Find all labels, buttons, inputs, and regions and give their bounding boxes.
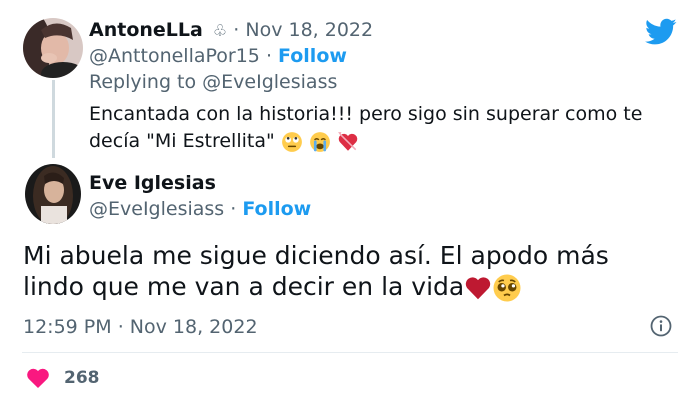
main-tweet-text: Mi abuela me sigue diciendo así. El apod… xyxy=(23,241,609,302)
reply-text: Encantada con la historia!!! pero sigo s… xyxy=(89,103,643,152)
reply-date[interactable]: Nov 18, 2022 xyxy=(245,19,373,41)
like-count[interactable]: 268 xyxy=(64,368,100,388)
thread-connector-line xyxy=(52,80,55,158)
reply-handle[interactable]: @AnttonellaPor15 xyxy=(89,45,260,67)
heart-with-ribbon-emoji xyxy=(337,131,358,151)
reply-handle-row: @AnttonellaPor15 · Follow xyxy=(89,45,347,67)
club-symbol: ♧ xyxy=(212,21,228,40)
pleading-face-emoji xyxy=(493,274,521,302)
main-handle-row: @EveIglesiass · Follow xyxy=(89,198,312,220)
replying-to: Replying to @EveIglesiass xyxy=(89,71,338,93)
main-handle[interactable]: @EveIglesiass xyxy=(89,198,224,220)
avatar[interactable] xyxy=(25,164,81,224)
info-icon[interactable] xyxy=(650,315,672,337)
reply-follow-button[interactable]: Follow xyxy=(278,45,347,67)
avatar[interactable] xyxy=(23,18,83,78)
reply-header: AntoneLLa ♧ · Nov 18, 2022 xyxy=(89,19,374,41)
red-heart-emoji xyxy=(466,277,491,300)
divider xyxy=(22,352,678,353)
twitter-bird-icon[interactable] xyxy=(645,18,677,46)
main-follow-button[interactable]: Follow xyxy=(242,198,311,220)
main-display-name[interactable]: Eve Iglesias xyxy=(89,172,216,194)
replying-to-handle[interactable]: @EveIglesiass xyxy=(202,71,337,93)
crying-face-emoji xyxy=(309,131,330,152)
heart-icon[interactable] xyxy=(26,367,50,389)
reply-display-name[interactable]: AntoneLLa xyxy=(89,19,203,41)
rolling-eyes-face-emoji xyxy=(281,131,302,152)
tweet-timestamp[interactable]: 12:59 PM · Nov 18, 2022 xyxy=(23,316,258,338)
